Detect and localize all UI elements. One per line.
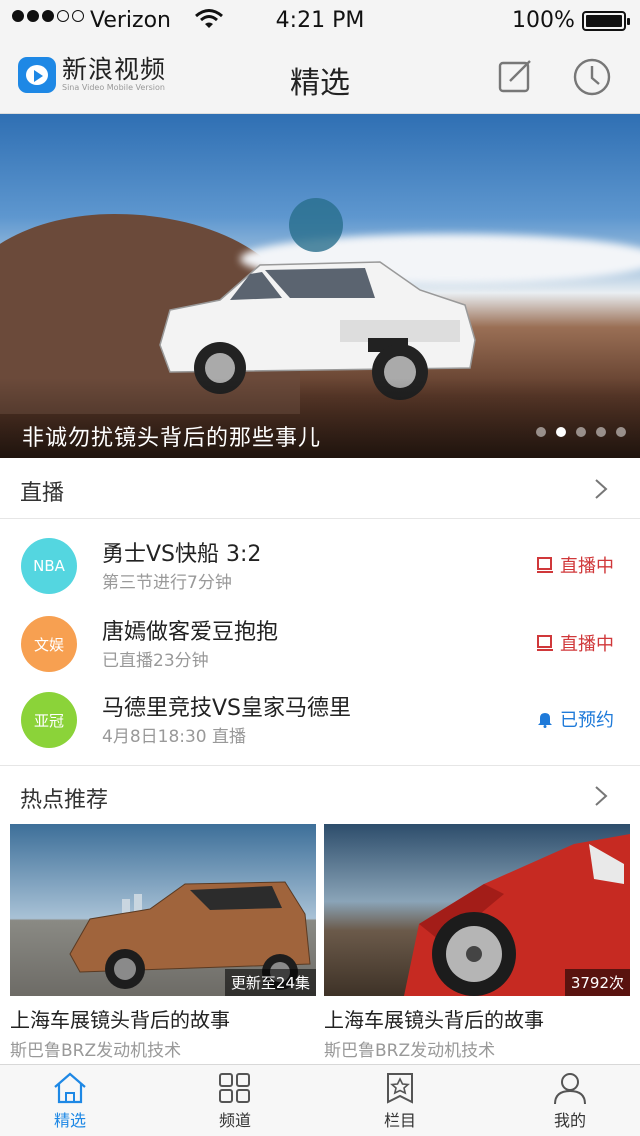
status-bar: Verizon 4:21 PM 100% [0, 0, 640, 40]
hot-section-header[interactable]: 热点推荐 [0, 766, 640, 826]
section-title-live: 直播 [20, 481, 65, 506]
category-avatar: NBA [21, 538, 77, 594]
clock-icon [573, 58, 611, 96]
signal-strength-icon [12, 10, 84, 22]
sina-video-logo-icon [18, 57, 56, 93]
tab-label: 精选 [53, 1111, 86, 1130]
live-title: 马德里竞技VS皇家马德里 [102, 696, 352, 721]
app-logo[interactable]: 新浪视频 Sina Video Mobile Version [18, 57, 166, 93]
navigation-bar: 新浪视频 Sina Video Mobile Version 精选 [0, 40, 640, 114]
video-title[interactable]: 上海车展镜头背后的故事 [324, 1004, 544, 1033]
page-dot[interactable] [536, 427, 546, 437]
grid-icon [219, 1073, 250, 1103]
reservation-status[interactable]: 已预约 [536, 706, 614, 732]
page-dot-active[interactable] [556, 427, 566, 437]
live-title: 唐嫣做客爱豆抱抱 [102, 620, 279, 645]
update-badge: 更新至24集 [224, 969, 316, 996]
tab-programs[interactable]: 栏目 [320, 1065, 480, 1136]
carrier-name: Verizon [90, 8, 171, 33]
tab-label: 我的 [553, 1111, 586, 1130]
video-thumbnail[interactable]: 3792次 [324, 824, 630, 996]
play-count-badge: 3792次 [564, 969, 630, 996]
user-icon [554, 1073, 586, 1105]
video-subtitle: 斯巴鲁BRZ发动机技术 [10, 1041, 182, 1061]
page-dot[interactable] [576, 427, 586, 437]
category-avatar: 文娱 [21, 616, 77, 672]
category-avatar: 亚冠 [21, 692, 77, 748]
live-item[interactable]: 文娱 唐嫣做客爱豆抱抱 已直播23分钟 直播中 [0, 606, 640, 684]
live-status-label: 直播中 [560, 556, 614, 577]
page-dot[interactable] [616, 427, 626, 437]
tab-featured[interactable]: 精选 [0, 1065, 150, 1136]
live-status[interactable]: 直播中 [536, 630, 614, 656]
video-card[interactable]: 3792次 上海车展镜头背后的故事 斯巴鲁BRZ发动机技术 [324, 824, 630, 1064]
bell-icon [538, 713, 552, 728]
banner-caption: 非诚勿扰镜头背后的那些事儿 [22, 426, 322, 451]
touch-indicator [289, 198, 343, 252]
live-item[interactable]: NBA 勇士VS快船 3:2 第三节进行7分钟 直播中 [0, 528, 640, 606]
video-card[interactable]: 更新至24集 上海车展镜头背后的故事 斯巴鲁BRZ发动机技术 [10, 824, 316, 1064]
live-section-header[interactable]: 直播 [0, 459, 640, 519]
logo-subtitle: Sina Video Mobile Version [62, 83, 165, 92]
edit-button[interactable] [496, 57, 536, 97]
live-subtitle: 4月8日18:30 直播 [102, 727, 247, 747]
banner-page-indicator[interactable] [536, 427, 626, 437]
featured-banner[interactable]: 非诚勿扰镜头背后的那些事儿 [0, 114, 640, 458]
live-subtitle: 已直播23分钟 [102, 651, 209, 671]
bookmark-star-icon [387, 1073, 413, 1104]
logo-text: 新浪视频 [62, 55, 167, 84]
tab-label: 栏目 [383, 1111, 416, 1130]
section-title-hot: 热点推荐 [20, 788, 109, 813]
battery-icon [582, 11, 630, 31]
chevron-right-icon [595, 786, 608, 806]
video-title[interactable]: 上海车展镜头背后的故事 [10, 1004, 230, 1033]
tab-bar: 精选 频道 栏目 我的 [0, 1064, 640, 1136]
page-dot[interactable] [596, 427, 606, 437]
tv-icon [537, 635, 553, 651]
history-button[interactable] [572, 57, 612, 97]
reservation-status-label: 已预约 [560, 710, 614, 731]
tab-label: 频道 [218, 1111, 251, 1130]
tab-mine[interactable]: 我的 [490, 1065, 640, 1136]
edit-icon [498, 60, 531, 93]
video-thumbnail[interactable]: 更新至24集 [10, 824, 316, 996]
tv-icon [537, 557, 553, 573]
live-status[interactable]: 直播中 [536, 552, 614, 578]
live-subtitle: 第三节进行7分钟 [102, 573, 232, 593]
wifi-icon [194, 8, 224, 36]
chevron-right-icon [595, 479, 608, 499]
battery-percentage: 100% [512, 8, 575, 33]
live-status-label: 直播中 [560, 634, 614, 655]
live-title: 勇士VS快船 3:2 [102, 542, 262, 567]
video-subtitle: 斯巴鲁BRZ发动机技术 [324, 1041, 496, 1061]
home-icon [54, 1072, 86, 1104]
tab-channels[interactable]: 频道 [155, 1065, 315, 1136]
live-item[interactable]: 亚冠 马德里竞技VS皇家马德里 4月8日18:30 直播 已预约 [0, 682, 640, 760]
